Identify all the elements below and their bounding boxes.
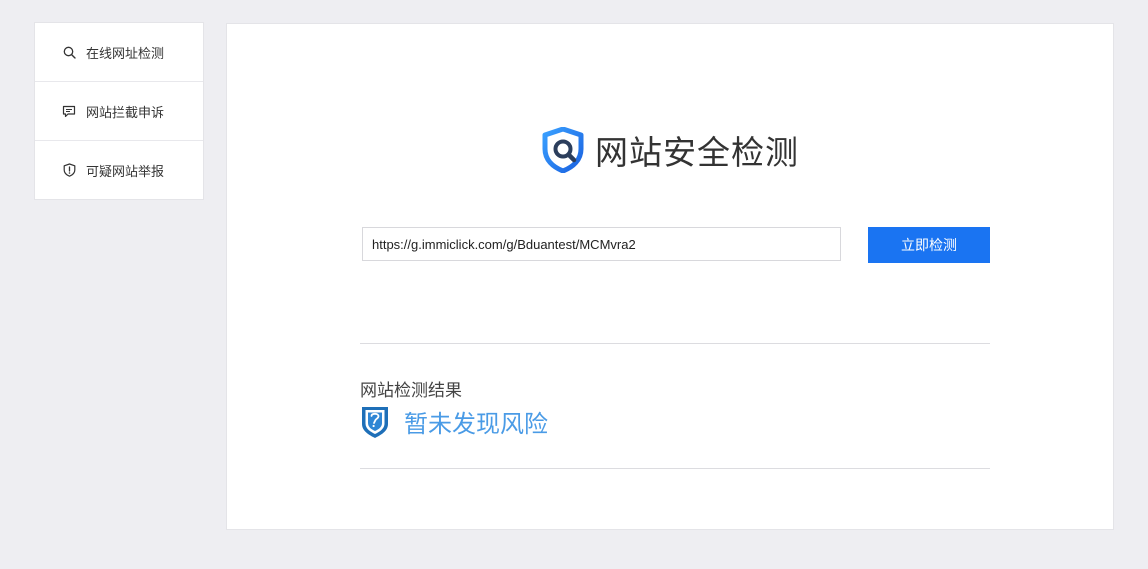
result-heading: 网站检测结果 (360, 381, 462, 401)
shield-search-icon (541, 126, 585, 174)
sidebar-item-report[interactable]: 可疑网站举报 (35, 141, 203, 199)
divider-top (360, 343, 990, 344)
result-status: 暂未发现风险 (404, 410, 548, 438)
shield-alert-icon (62, 163, 76, 177)
divider-bottom (360, 468, 990, 469)
sidebar-item-appeal[interactable]: 网站拦截申诉 (35, 82, 203, 141)
url-input[interactable] (362, 227, 841, 261)
sidebar: 在线网址检测 网站拦截申诉 可疑网站举报 (34, 22, 204, 200)
main-panel: 网站安全检测 立即检测 网站检测结果 暂未发现风险 (226, 23, 1114, 530)
safe-shield-icon (360, 405, 390, 439)
message-icon (62, 104, 76, 118)
result-row: 暂未发现风险 (360, 404, 548, 439)
logo-row: 网站安全检测 (541, 126, 799, 174)
sidebar-item-url-check[interactable]: 在线网址检测 (35, 23, 203, 82)
page-title: 网站安全检测 (595, 133, 799, 172)
check-button[interactable]: 立即检测 (868, 227, 990, 263)
sidebar-item-label: 在线网址检测 (86, 46, 165, 62)
sidebar-item-label: 网站拦截申诉 (86, 105, 165, 121)
sidebar-item-label: 可疑网站举报 (86, 164, 165, 180)
search-icon (62, 45, 76, 59)
